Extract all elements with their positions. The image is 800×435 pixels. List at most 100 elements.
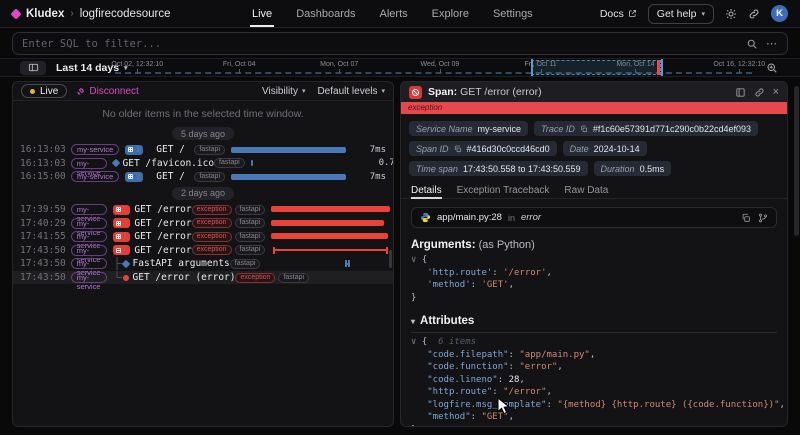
trace-row[interactable]: 17:39:59my-service2GET /errorexceptionfa… [13, 203, 393, 217]
breadcrumb[interactable]: Kludex › logfirecodesource [12, 8, 170, 20]
copy-link-icon[interactable] [754, 87, 765, 98]
live-toggle-button[interactable]: Live [21, 84, 67, 98]
close-icon[interactable]: × [773, 86, 779, 98]
trace-row[interactable]: 16:13:03my-serviceGET /favicon.icofastap… [13, 157, 393, 171]
detail-tab-exception-traceback[interactable]: Exception Traceback [457, 182, 550, 198]
dock-panel-icon[interactable] [735, 87, 746, 98]
tab-dashboards[interactable]: Dashboards [296, 0, 355, 27]
code-line: } [411, 424, 777, 428]
disconnect-button[interactable]: Disconnect [76, 86, 138, 97]
duration-track [271, 203, 393, 217]
code-line: "http.route": "/error", [411, 386, 777, 399]
page-scrollbar[interactable] [794, 86, 799, 236]
span-count: 2 [123, 246, 128, 255]
row-timestamp: 17:43:50 [20, 272, 66, 283]
span-diamond-icon [111, 159, 119, 167]
row-marker: 3 [124, 172, 152, 182]
search-icon[interactable] [746, 38, 758, 50]
mouse-cursor [497, 397, 510, 415]
collapsed-spans-badge[interactable]: 2 [113, 205, 131, 215]
tag-fastapi: fastapi [194, 145, 225, 155]
detail-tab-raw-data[interactable]: Raw Data [564, 182, 608, 198]
field-trace-id: Trace ID#f1c60e57391d771c290c0b22cd4ef09… [534, 121, 758, 136]
tab-settings[interactable]: Settings [493, 0, 533, 27]
docs-label: Docs [600, 8, 624, 20]
field-label: Span ID [416, 144, 449, 154]
collapsed-spans-badge[interactable]: 2 [113, 245, 131, 255]
code-line: 'method': 'GET', [411, 279, 777, 292]
collapsed-spans-badge[interactable]: 3 [125, 145, 143, 155]
service-tag: my-service [71, 144, 119, 155]
trace-row[interactable]: 17:43:50my-service2GET /errorexceptionfa… [13, 244, 393, 258]
copy-icon[interactable] [454, 145, 462, 153]
trace-row[interactable]: 17:40:29my-service2GET /errorexceptionfa… [13, 216, 393, 230]
duration-track [231, 170, 353, 184]
tag-exception: exception [192, 232, 232, 242]
row-duration: 7ms [353, 145, 393, 155]
docs-link[interactable]: Docs [600, 8, 637, 20]
timeline-strip: Last 14 days ▾ Oct 02, 12:32:10Fri, Oct … [0, 58, 800, 77]
copy-icon[interactable] [741, 213, 751, 223]
share-link-button[interactable] [748, 8, 760, 20]
trace-row[interactable]: 17:43:50my-serviceFastAPI argumentsfasta… [13, 257, 393, 271]
service-tag: my-service [71, 218, 107, 229]
field-value: #416d30c0ccd46cd0 [467, 144, 550, 154]
tag-exception: exception [235, 273, 275, 283]
detail-tab-details[interactable]: Details [411, 182, 442, 198]
tab-live[interactable]: Live [252, 0, 272, 27]
project-name[interactable]: logfirecodesource [80, 8, 171, 20]
collapsed-spans-badge[interactable]: 3 [125, 172, 143, 182]
visibility-dropdown[interactable]: Visibility ▾ [262, 86, 305, 97]
live-status-dot [30, 89, 35, 94]
theme-toggle-button[interactable] [725, 8, 737, 20]
copy-icon[interactable] [580, 125, 588, 133]
code-line: 'http.route': '/error', [411, 267, 777, 280]
org-name[interactable]: Kludex [26, 8, 64, 20]
selection-right-handle[interactable] [661, 59, 663, 76]
row-duration: 7ms [393, 232, 394, 242]
user-avatar[interactable]: K [771, 5, 788, 22]
more-options-button[interactable]: ⋯ [766, 37, 778, 50]
row-duration: 6ms [393, 218, 394, 228]
code-file-line: app/main.py:28 [437, 212, 502, 223]
tag-fastapi: fastapi [235, 218, 266, 228]
trace-row[interactable]: 17:43:50my-serviceGET /error (error)exce… [13, 271, 393, 285]
tab-alerts[interactable]: Alerts [380, 0, 408, 27]
attributes-heading-label: Attributes [420, 315, 474, 327]
toggle-sidebar-button[interactable] [20, 61, 46, 75]
get-help-button[interactable]: Get help ▾ [648, 4, 714, 24]
attributes-heading[interactable]: ▾Attributes [411, 315, 777, 327]
trace-list: 5 days ago16:13:03my-service3GET /fastap… [13, 124, 393, 284]
tab-explore[interactable]: Explore [432, 0, 469, 27]
span-name: GET / [156, 144, 185, 155]
zoom-in-icon[interactable] [766, 62, 778, 74]
trace-row[interactable]: 16:15:00my-service3GET /fastapi7ms [13, 170, 393, 184]
row-tags: exceptionfastapi [192, 218, 266, 228]
sql-filter-input[interactable] [22, 38, 738, 50]
selection-left-handle[interactable] [531, 59, 533, 76]
timeline-track[interactable]: Oct 02, 12:32:10Fri, Oct 04Mon, Oct 07We… [115, 59, 752, 76]
span-count: 3 [135, 145, 140, 154]
field-duration: Duration0.5ms [594, 161, 672, 176]
trace-row[interactable]: 16:13:03my-service3GET /fastapi7ms [13, 143, 393, 157]
service-tag: my-service [71, 231, 107, 242]
timeline-selection[interactable] [531, 60, 661, 75]
field-value: my-service [478, 124, 522, 134]
collapsed-spans-badge[interactable]: 2 [113, 232, 131, 242]
row-marker: 3 [124, 145, 152, 155]
detail-tabs: Details Exception Traceback Raw Data [401, 182, 787, 199]
levels-dropdown[interactable]: Default levels ▾ [317, 86, 385, 97]
disconnect-label: Disconnect [89, 86, 138, 97]
tag-exception: exception [192, 218, 232, 228]
trace-list-scrollbar[interactable] [389, 250, 392, 268]
arguments-code: ∨ { 'http.route': '/error', 'method': 'G… [411, 254, 777, 304]
trace-row[interactable]: 17:41:55my-service2GET /errorexceptionfa… [13, 230, 393, 244]
code-location-bar[interactable]: app/main.py:28 in error [411, 207, 777, 228]
arguments-heading-suffix: (as Python) [476, 239, 535, 251]
timeline-tick-label: Fri, Oct 04 [223, 61, 256, 68]
git-branch-icon[interactable] [758, 213, 768, 223]
timeline-tick-label: Oct 02, 12:32:10 [111, 61, 163, 68]
code-line: } [411, 292, 777, 305]
span-name: GET /error [134, 231, 191, 242]
collapsed-spans-badge[interactable]: 2 [113, 218, 131, 228]
